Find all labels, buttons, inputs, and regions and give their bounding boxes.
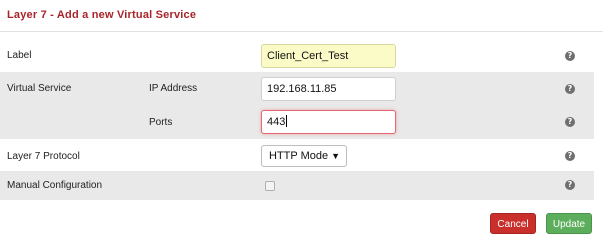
help-icon[interactable]: ?: [565, 180, 575, 190]
protocol-selected-value: HTTP Mode: [269, 150, 329, 162]
row-protocol: Layer 7 Protocol HTTP Mode ▼ ?: [0, 139, 594, 171]
label-input[interactable]: Client_Cert_Test: [261, 44, 396, 68]
manual-config-label: Manual Configuration: [7, 180, 103, 191]
ports-input[interactable]: 443: [261, 110, 396, 134]
text-caret: [286, 115, 288, 127]
row-ports: Ports 443 ?: [0, 107, 594, 139]
help-icon[interactable]: ?: [565, 51, 575, 61]
row-label: Label Client_Cert_Test ?: [0, 39, 594, 72]
row-ip-address: Virtual Service IP Address 192.168.11.85…: [0, 72, 594, 107]
manual-config-checkbox[interactable]: [265, 181, 275, 191]
row-manual-config: Manual Configuration ?: [0, 171, 594, 200]
help-icon[interactable]: ?: [565, 117, 575, 127]
virtual-service-label: Virtual Service: [7, 83, 72, 94]
ip-address-label: IP Address: [149, 83, 198, 94]
page-title: Layer 7 - Add a new Virtual Service: [7, 9, 197, 21]
label-input-value: Client_Cert_Test: [267, 50, 349, 62]
protocol-select[interactable]: HTTP Mode ▼: [261, 145, 347, 167]
title-divider: [0, 31, 603, 32]
protocol-label: Layer 7 Protocol: [7, 151, 80, 162]
label-field-label: Label: [7, 50, 32, 61]
ports-label: Ports: [149, 117, 173, 128]
help-icon[interactable]: ?: [565, 151, 575, 161]
ports-value: 443: [267, 115, 288, 128]
chevron-down-icon: ▼: [331, 151, 340, 161]
virtual-service-form: Label Client_Cert_Test ? Virtual Service…: [0, 39, 594, 200]
help-icon[interactable]: ?: [565, 84, 575, 94]
cancel-button[interactable]: Cancel: [490, 213, 536, 234]
update-button[interactable]: Update: [546, 213, 592, 234]
ip-address-value: 192.168.11.85: [267, 83, 337, 95]
ip-address-input[interactable]: 192.168.11.85: [261, 77, 396, 101]
